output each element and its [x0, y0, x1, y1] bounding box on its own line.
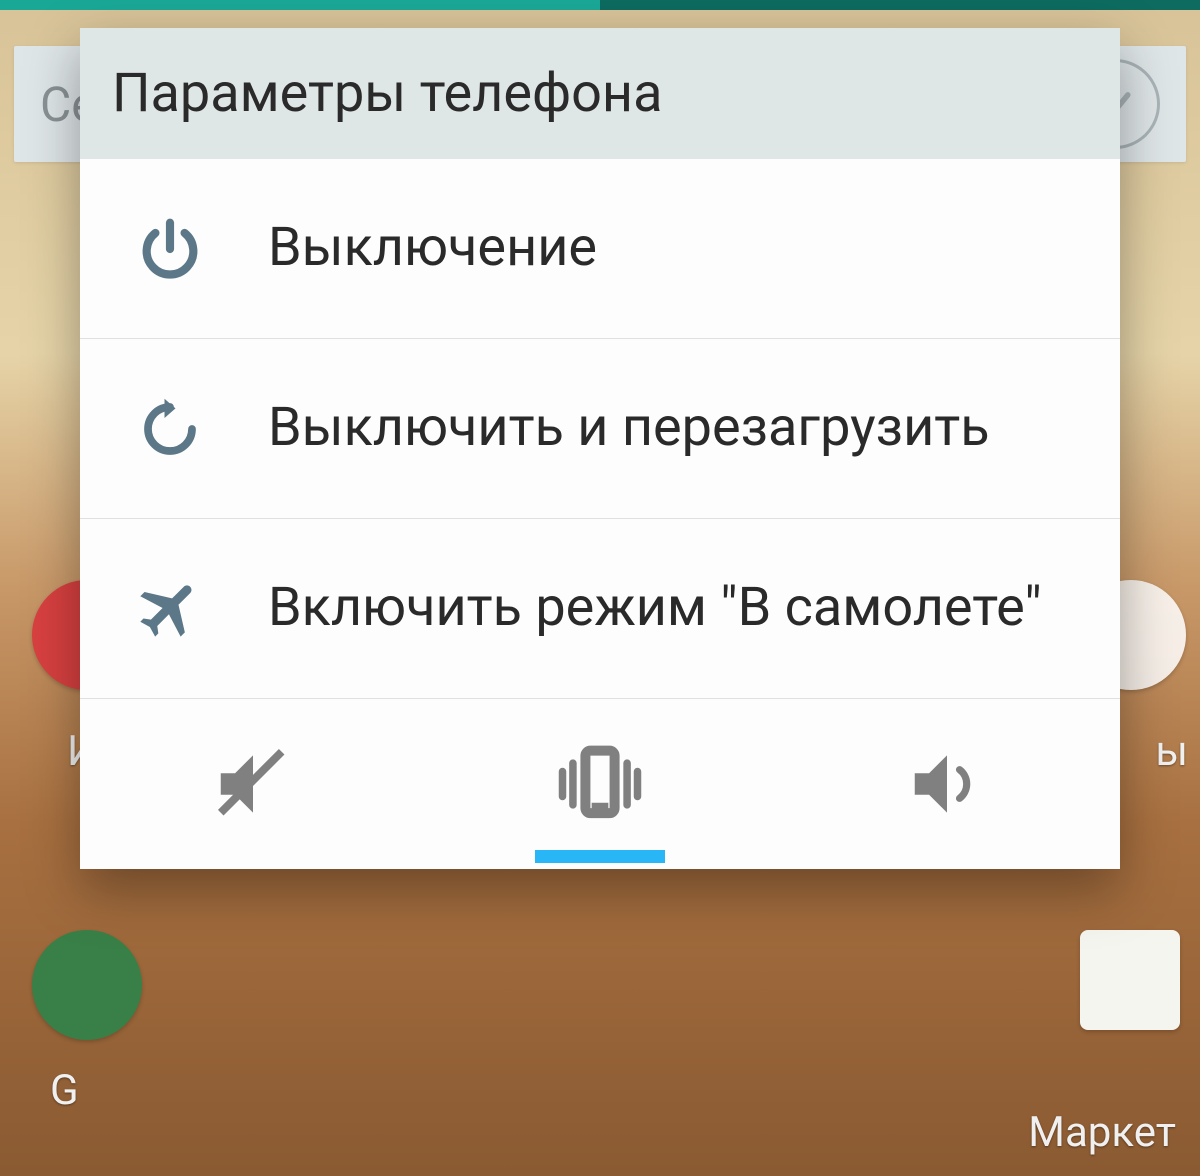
airplane-icon — [120, 573, 220, 645]
restart-icon — [120, 396, 220, 462]
home-app-label: Маркет — [1028, 1108, 1176, 1157]
power-menu-dialog: Параметры телефона Выключение Выключить … — [80, 28, 1120, 869]
status-bar — [0, 0, 1200, 10]
home-app-label: ы — [1155, 727, 1188, 776]
airplane-mode-label: Включить режим "В самолете" — [268, 572, 1042, 645]
power-off-item[interactable]: Выключение — [80, 159, 1120, 339]
home-app-icon — [32, 930, 142, 1040]
sound-mode-switcher — [80, 699, 1120, 869]
home-app-label: G — [50, 1066, 79, 1115]
home-app-icon — [1080, 930, 1180, 1030]
sound-mode-vibrate[interactable] — [427, 699, 774, 869]
sound-mode-sound[interactable] — [773, 699, 1120, 869]
restart-item[interactable]: Выключить и перезагрузить — [80, 339, 1120, 519]
restart-label: Выключить и перезагрузить — [268, 392, 990, 465]
airplane-mode-item[interactable]: Включить режим "В самолете" — [80, 519, 1120, 699]
power-icon — [120, 214, 220, 284]
sound-mode-mute[interactable] — [80, 699, 427, 869]
mute-icon — [210, 741, 296, 827]
power-off-label: Выключение — [268, 212, 597, 285]
dialog-title: Параметры телефона — [80, 28, 1120, 159]
speaker-icon — [904, 741, 990, 827]
vibrate-icon — [550, 734, 650, 834]
